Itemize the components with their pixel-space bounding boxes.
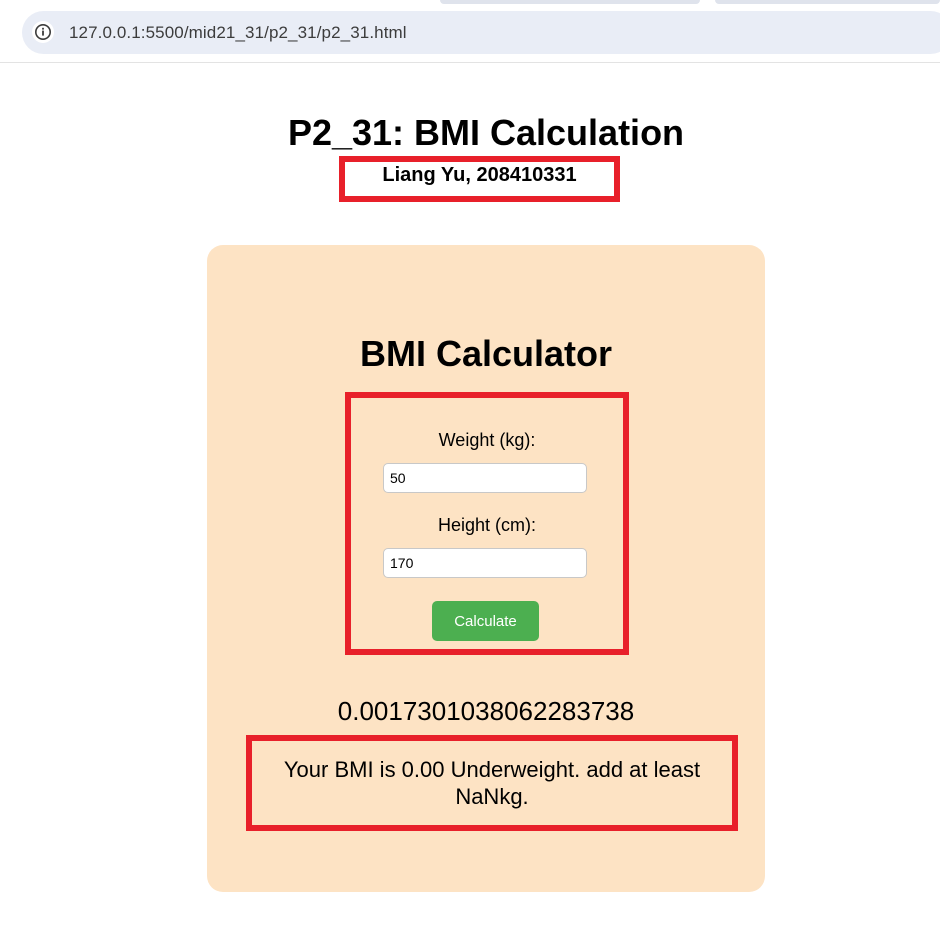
raw-bmi-result: 0.0017301038062283738 [337, 696, 635, 726]
calculate-button[interactable]: Calculate [432, 601, 539, 641]
form-highlight-box: Weight (kg): Height (cm): Calculate [345, 392, 629, 655]
author-info: Liang Yu, 208410331 [382, 163, 577, 186]
page-title: P2_31: BMI Calculation [287, 112, 685, 153]
weight-input[interactable] [383, 463, 587, 493]
browser-tab[interactable] [440, 0, 700, 4]
calculator-heading: BMI Calculator [359, 333, 613, 374]
height-input[interactable] [383, 548, 587, 578]
result-highlight-box: Your BMI is 0.00 Underweight. add at lea… [246, 735, 738, 831]
info-circle-icon[interactable] [32, 21, 54, 43]
url-text[interactable]: 127.0.0.1:5500/mid21_31/p2_31/p2_31.html [69, 23, 407, 43]
browser-toolbar: 127.0.0.1:5500/mid21_31/p2_31/p2_31.html [0, 0, 940, 63]
height-label: Height (cm): [437, 515, 536, 535]
bmi-message: Your BMI is 0.00 Underweight. add at lea… [283, 757, 701, 809]
author-highlight-box: Liang Yu, 208410331 [339, 156, 620, 202]
tab-strip [0, 0, 940, 4]
address-bar[interactable]: 127.0.0.1:5500/mid21_31/p2_31/p2_31.html [22, 11, 940, 54]
browser-tab[interactable] [715, 0, 940, 4]
weight-label: Weight (kg): [438, 430, 536, 450]
